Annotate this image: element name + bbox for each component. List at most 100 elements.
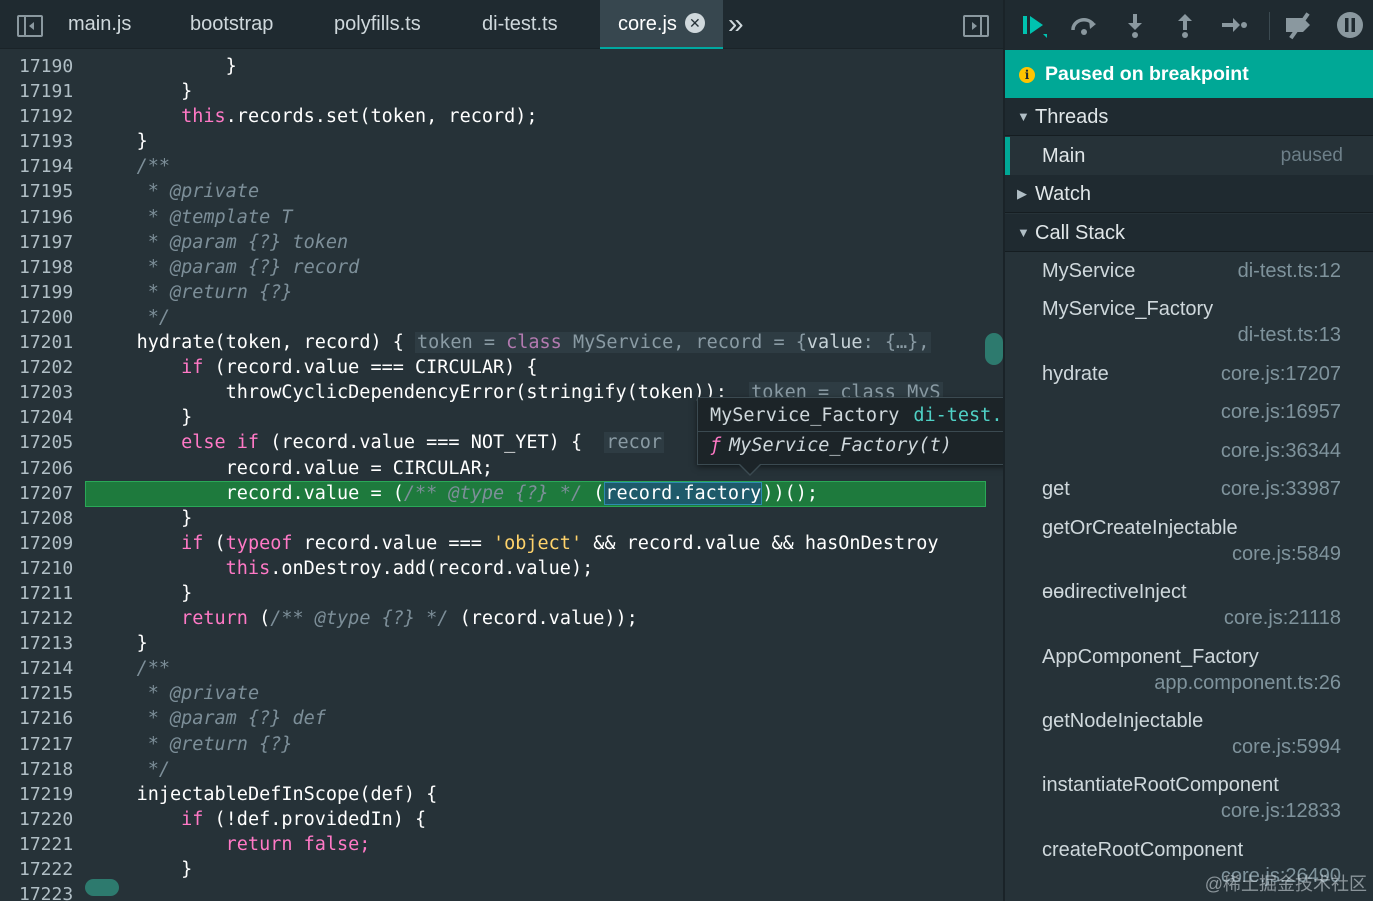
tooltip-arrow <box>738 463 762 476</box>
line-number[interactable]: 17207 <box>0 481 84 506</box>
hovered-expression[interactable]: record.factory <box>604 481 763 505</box>
tooltip-source-link[interactable]: di-test.ts:13 <box>913 405 1003 426</box>
step-into-icon[interactable] <box>1120 10 1150 40</box>
threads-section-header[interactable]: ▼ Threads <box>1005 98 1373 136</box>
current-execution-line: 17207 record.value = (/** @type {?} */ (… <box>0 480 1003 507</box>
line-number[interactable]: 17208 <box>0 506 84 531</box>
info-icon: i <box>1019 67 1035 83</box>
line-number[interactable]: 17217 <box>0 732 84 757</box>
line-number[interactable]: 17191 <box>0 79 84 104</box>
line-number[interactable]: 17203 <box>0 380 84 405</box>
value-preview-tooltip: MyService_Factory di-test.ts:13 ƒ MyServic… <box>697 397 1003 476</box>
tooltip-signature: MyService_Factory(t) <box>729 435 952 456</box>
line-number[interactable]: 17222 <box>0 857 84 882</box>
code-line: 17201 hydrate(token, record) { token = c… <box>0 330 1003 355</box>
frame-location: core.js:21118 <box>1223 607 1341 629</box>
deactivate-breakpoints-icon[interactable] <box>1283 10 1313 40</box>
line-number[interactable]: 17197 <box>0 230 84 255</box>
code-line: 17196 * @template T <box>0 205 1003 230</box>
line-number[interactable]: 17202 <box>0 355 84 380</box>
line-number[interactable]: 17204 <box>0 405 84 430</box>
line-number[interactable]: 17198 <box>0 255 84 280</box>
step-over-icon[interactable] <box>1069 10 1099 40</box>
line-number[interactable]: 17214 <box>0 656 84 681</box>
line-number[interactable]: 17190 <box>0 54 84 79</box>
thread-name: Main <box>1042 145 1086 167</box>
frame-function-name: get <box>1042 478 1070 500</box>
more-tabs-icon[interactable]: » <box>728 8 744 40</box>
line-number[interactable]: 17201 <box>0 330 84 355</box>
code-line: 17202 if (record.value === CIRCULAR) { <box>0 355 1003 380</box>
code-line: 17221 return false; <box>0 832 1003 857</box>
line-number[interactable]: 17223 <box>0 882 84 901</box>
line-number[interactable]: 17210 <box>0 556 84 581</box>
step-icon[interactable] <box>1219 10 1249 40</box>
line-number[interactable]: 17216 <box>0 706 84 731</box>
code-line: 17198 * @param {?} record <box>0 255 1003 280</box>
line-number[interactable]: 17209 <box>0 531 84 556</box>
line-number[interactable]: 17220 <box>0 807 84 832</box>
line-number[interactable]: 17196 <box>0 205 84 230</box>
line-number[interactable]: 17193 <box>0 129 84 154</box>
horizontal-scrollbar-thumb[interactable] <box>85 879 119 896</box>
line-number[interactable]: 17212 <box>0 606 84 631</box>
tab-di-test-ts[interactable]: di-test.ts <box>482 0 558 49</box>
function-icon: ƒ <box>710 435 722 456</box>
tab-bootstrap[interactable]: bootstrap <box>190 0 273 49</box>
line-number[interactable]: 17195 <box>0 179 84 204</box>
frame-function-name: instantiateRootComponent <box>1042 774 1279 796</box>
frame-location: core.js:16957 <box>1220 401 1341 423</box>
pause-on-exceptions-icon[interactable] <box>1335 10 1365 40</box>
inline-value-preview[interactable]: token = class MyService, record = {value… <box>415 332 932 354</box>
frame-function-name: getOrCreateInjectable <box>1042 517 1238 539</box>
line-number[interactable]: 17199 <box>0 280 84 305</box>
close-icon[interactable]: ✕ <box>684 13 705 33</box>
line-number[interactable]: 17206 <box>0 456 84 481</box>
toggle-sources-icon[interactable] <box>17 15 43 37</box>
frame-function-name: createRootComponent <box>1042 839 1244 861</box>
line-number[interactable]: 17205 <box>0 430 84 455</box>
debugger-pane: i Paused on breakpoint ▼ Threads Main paus… <box>1003 0 1373 901</box>
frame-function-name: hydrate <box>1042 363 1109 385</box>
frame-function-name: ɵɵdirectiveInject <box>1042 581 1187 603</box>
code-line: 17213 } <box>0 631 1003 656</box>
code-line: 17223 <box>0 882 1003 901</box>
resume-icon[interactable] <box>1019 10 1049 40</box>
line-number[interactable]: 17221 <box>0 832 84 857</box>
code-line: 17197 * @param {?} token <box>0 230 1003 255</box>
tab-polyfills-ts[interactable]: polyfills.ts <box>334 0 421 49</box>
code-line: 17191 } <box>0 79 1003 104</box>
frame-function-name: getNodeInjectable <box>1042 710 1204 732</box>
line-number[interactable]: 17219 <box>0 782 84 807</box>
inline-value-preview[interactable]: recor <box>604 432 665 454</box>
paused-banner: i Paused on breakpoint <box>1005 50 1373 98</box>
code-line: 17214 /** <box>0 656 1003 681</box>
line-number[interactable]: 17200 <box>0 305 84 330</box>
line-number[interactable]: 17194 <box>0 154 84 179</box>
code-view[interactable]: 17190 } 17191 } 17192 this.records.set(t… <box>0 54 1003 901</box>
watch-section-header[interactable]: ▶ Watch <box>1005 175 1373 213</box>
code-line: 17208 } <box>0 506 1003 531</box>
frame-location: core.js:36344 <box>1220 440 1341 462</box>
code-line: 17199 * @return {?} <box>0 280 1003 305</box>
tab-core-js[interactable]: core.js ✕ <box>600 0 723 49</box>
line-number[interactable]: 17218 <box>0 757 84 782</box>
line-number[interactable]: 17211 <box>0 581 84 606</box>
toggle-debugger-icon[interactable] <box>963 15 989 37</box>
tooltip-function-name: MyService_Factory <box>710 405 900 426</box>
call-stack-section-header[interactable]: ▼ Call Stack <box>1005 214 1373 252</box>
vertical-scrollbar-thumb[interactable] <box>985 333 1003 365</box>
code-line: 17211 } <box>0 581 1003 606</box>
line-number[interactable]: 17213 <box>0 631 84 656</box>
code-line: 17219 injectableDefInScope(def) { <box>0 782 1003 807</box>
line-number[interactable]: 17192 <box>0 104 84 129</box>
tab-main-js[interactable]: main.js <box>68 0 131 49</box>
code-line: 17210 this.onDestroy.add(record.value); <box>0 556 1003 581</box>
caret-down-icon: ▼ <box>1017 225 1030 240</box>
step-out-icon[interactable] <box>1170 10 1200 40</box>
code-line: 17193 } <box>0 129 1003 154</box>
thread-item-main[interactable]: Main paused <box>1005 137 1373 175</box>
code-line: 17215 * @private <box>0 681 1003 706</box>
code-line: 17209 if (typeof record.value === 'objec… <box>0 531 1003 556</box>
line-number[interactable]: 17215 <box>0 681 84 706</box>
